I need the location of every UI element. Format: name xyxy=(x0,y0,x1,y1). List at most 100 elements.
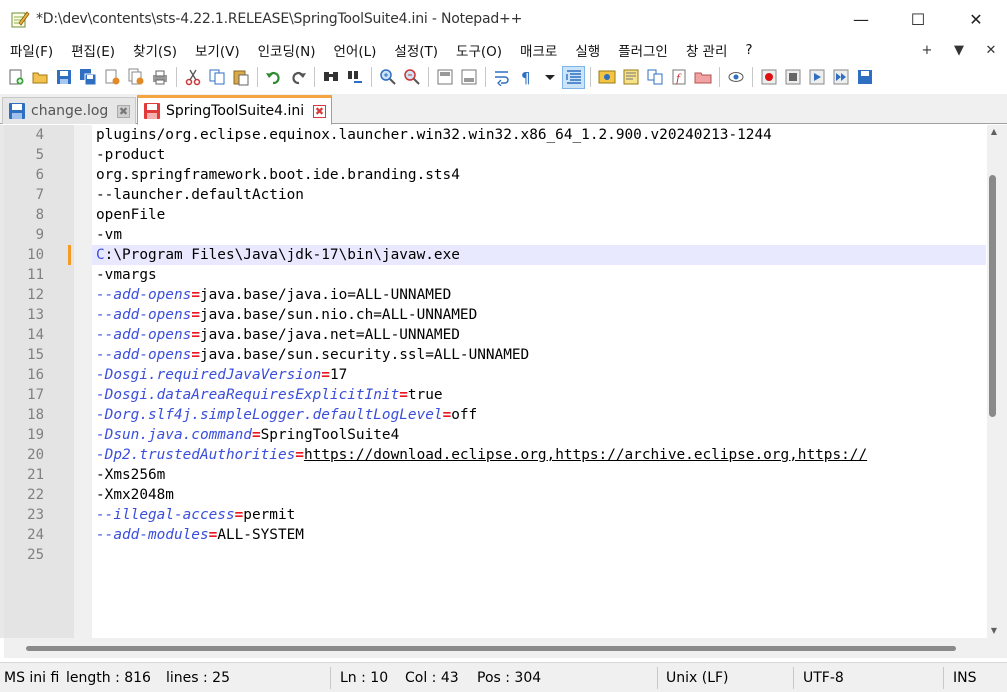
cut-icon[interactable] xyxy=(181,66,204,89)
code-line[interactable]: plugins/org.eclipse.equinox.launcher.win… xyxy=(92,125,986,145)
sync-vertical-icon[interactable] xyxy=(433,66,456,89)
scroll-down-arrow-icon[interactable]: ▼ xyxy=(987,624,1001,638)
minimize-button[interactable]: — xyxy=(833,0,889,38)
menu-help[interactable]: ? xyxy=(735,42,760,58)
code-text: java.base/java.net=ALL-UNNAMED xyxy=(199,327,460,343)
save-icon[interactable] xyxy=(52,66,75,89)
close-icon[interactable] xyxy=(100,66,123,89)
close-all-icon[interactable] xyxy=(124,66,147,89)
record-macro-icon[interactable] xyxy=(757,66,780,89)
menu-run[interactable]: 실행 xyxy=(565,40,608,60)
code-line[interactable]: -Dorg.slf4j.simpleLogger.defaultLogLevel… xyxy=(92,405,986,425)
vertical-scrollbar[interactable]: ▲ ▼ xyxy=(987,125,1007,638)
text-area[interactable]: plugins/org.eclipse.equinox.launcher.win… xyxy=(92,125,986,638)
maximize-icon: ☐ xyxy=(910,9,926,29)
code-line[interactable]: -Dosgi.dataAreaRequiresExplicitInit=true xyxy=(92,385,986,405)
code-line[interactable]: C:\Program Files\Java\jdk-17\bin\javaw.e… xyxy=(92,245,986,265)
play-macro-icon[interactable] xyxy=(805,66,828,89)
status-eol[interactable]: Unix (LF) xyxy=(666,663,729,692)
new-file-icon[interactable] xyxy=(4,66,27,89)
code-text: -vmargs xyxy=(96,267,157,283)
run-macro-multiple-icon[interactable] xyxy=(829,66,852,89)
code-line[interactable]: -Dsun.java.command=SpringToolSuite4 xyxy=(92,425,986,445)
close-window-button[interactable]: ✕ xyxy=(948,0,1004,38)
ini-key: --add-modules xyxy=(96,527,209,543)
code-line[interactable] xyxy=(92,545,986,565)
monitoring-icon[interactable] xyxy=(724,66,747,89)
code-line[interactable]: --launcher.defaultAction xyxy=(92,185,986,205)
toolbar-dropdown-arrow[interactable] xyxy=(538,66,561,89)
fold-margin[interactable] xyxy=(74,125,92,638)
function-list-icon[interactable] xyxy=(643,66,666,89)
menu-window[interactable]: 창 관리 xyxy=(676,40,736,60)
save-macro-icon[interactable] xyxy=(853,66,876,89)
zoom-in-icon[interactable] xyxy=(376,66,399,89)
menu-plugins[interactable]: 플러그인 xyxy=(608,40,676,60)
menu-view[interactable]: 보기(V) xyxy=(185,40,248,60)
code-line[interactable]: -Xms256m xyxy=(92,465,986,485)
code-line[interactable]: org.springframework.boot.ide.branding.st… xyxy=(92,165,986,185)
redo-icon[interactable] xyxy=(286,66,309,89)
document-map-icon[interactable] xyxy=(619,66,642,89)
code-line[interactable]: -Dosgi.requiredJavaVersion=17 xyxy=(92,365,986,385)
tab-springtoolsuite4-ini[interactable]: SpringToolSuite4.ini ✖ xyxy=(137,95,332,125)
lang-udl-icon[interactable] xyxy=(595,66,618,89)
code-line[interactable]: -product xyxy=(92,145,986,165)
code-line[interactable]: --add-opens=java.base/sun.nio.ch=ALL-UNN… xyxy=(92,305,986,325)
show-all-chars-icon[interactable]: ¶ xyxy=(514,66,537,89)
close-document-button[interactable]: ✕ xyxy=(975,43,1007,58)
menu-settings[interactable]: 설정(T) xyxy=(384,40,446,60)
maximize-button[interactable]: ☐ xyxy=(890,0,946,38)
status-insert-mode[interactable]: INS xyxy=(953,663,977,692)
menu-language[interactable]: 언어(L) xyxy=(324,40,385,60)
code-line[interactable]: --add-opens=java.base/java.net=ALL-UNNAM… xyxy=(92,325,986,345)
code-line[interactable]: --add-modules=ALL-SYSTEM xyxy=(92,525,986,545)
code-text: org.springframework.boot.ide.branding.st… xyxy=(96,167,460,183)
folder-workspace-icon[interactable] xyxy=(691,66,714,89)
horizontal-scrollbar[interactable] xyxy=(4,638,987,658)
code-line[interactable]: --illegal-access=permit xyxy=(92,505,986,525)
vertical-scroll-thumb[interactable] xyxy=(989,175,996,417)
close-icon[interactable]: ✖ xyxy=(117,104,130,118)
code-line[interactable]: -Dp2.trustedAuthorities=https://download… xyxy=(92,445,986,465)
save-all-icon[interactable] xyxy=(76,66,99,89)
tab-change-log[interactable]: change.log ✖ xyxy=(2,97,136,124)
menu-tools[interactable]: 도구(O) xyxy=(446,40,510,60)
code-text: permit xyxy=(243,507,296,523)
find-icon[interactable] xyxy=(319,66,342,89)
horizontal-scroll-thumb[interactable] xyxy=(26,646,956,651)
copy-icon[interactable] xyxy=(205,66,228,89)
tab-list-dropdown[interactable]: ▼ xyxy=(943,43,975,58)
open-file-icon[interactable] xyxy=(28,66,51,89)
editor[interactable]: 4 5 6 7 8 9 10 11 12 13 14 15 16 17 18 19 20 21 22 23 24 25 p… xyxy=(0,125,1007,638)
code-line[interactable]: -vm xyxy=(92,225,986,245)
ini-operator: = xyxy=(208,527,218,543)
code-line[interactable]: --add-opens=java.base/java.io=ALL-UNNAME… xyxy=(92,285,986,305)
menu-encoding[interactable]: 인코딩(N) xyxy=(248,40,324,60)
code-line[interactable]: -vmargs xyxy=(92,265,986,285)
saved-file-icon xyxy=(8,102,26,120)
sync-horizontal-icon[interactable] xyxy=(457,66,480,89)
paste-icon[interactable] xyxy=(229,66,252,89)
word-wrap-icon[interactable] xyxy=(490,66,513,89)
menu-edit[interactable]: 편집(E) xyxy=(61,40,123,60)
code-line[interactable]: openFile xyxy=(92,205,986,225)
line-number: 9 xyxy=(35,227,44,243)
close-icon[interactable]: ✖ xyxy=(313,104,326,118)
print-icon[interactable] xyxy=(148,66,171,89)
zoom-out-icon[interactable] xyxy=(400,66,423,89)
menu-file[interactable]: 파일(F) xyxy=(0,40,61,60)
indent-guide-icon[interactable] xyxy=(562,65,585,89)
code-line[interactable]: -Xmx2048m xyxy=(92,485,986,505)
new-tab-button[interactable]: + xyxy=(911,43,943,58)
menu-macro[interactable]: 매크로 xyxy=(510,40,565,60)
clipboard-history-icon[interactable]: f xyxy=(667,66,690,89)
replace-icon[interactable] xyxy=(343,66,366,89)
undo-icon[interactable] xyxy=(262,66,285,89)
menu-search[interactable]: 찾기(S) xyxy=(123,40,185,60)
scroll-up-arrow-icon[interactable]: ▲ xyxy=(987,125,1001,139)
toolbar-separator xyxy=(752,67,753,87)
status-encoding[interactable]: UTF-8 xyxy=(803,663,844,692)
code-line[interactable]: --add-opens=java.base/sun.security.ssl=A… xyxy=(92,345,986,365)
stop-record-icon[interactable] xyxy=(781,66,804,89)
